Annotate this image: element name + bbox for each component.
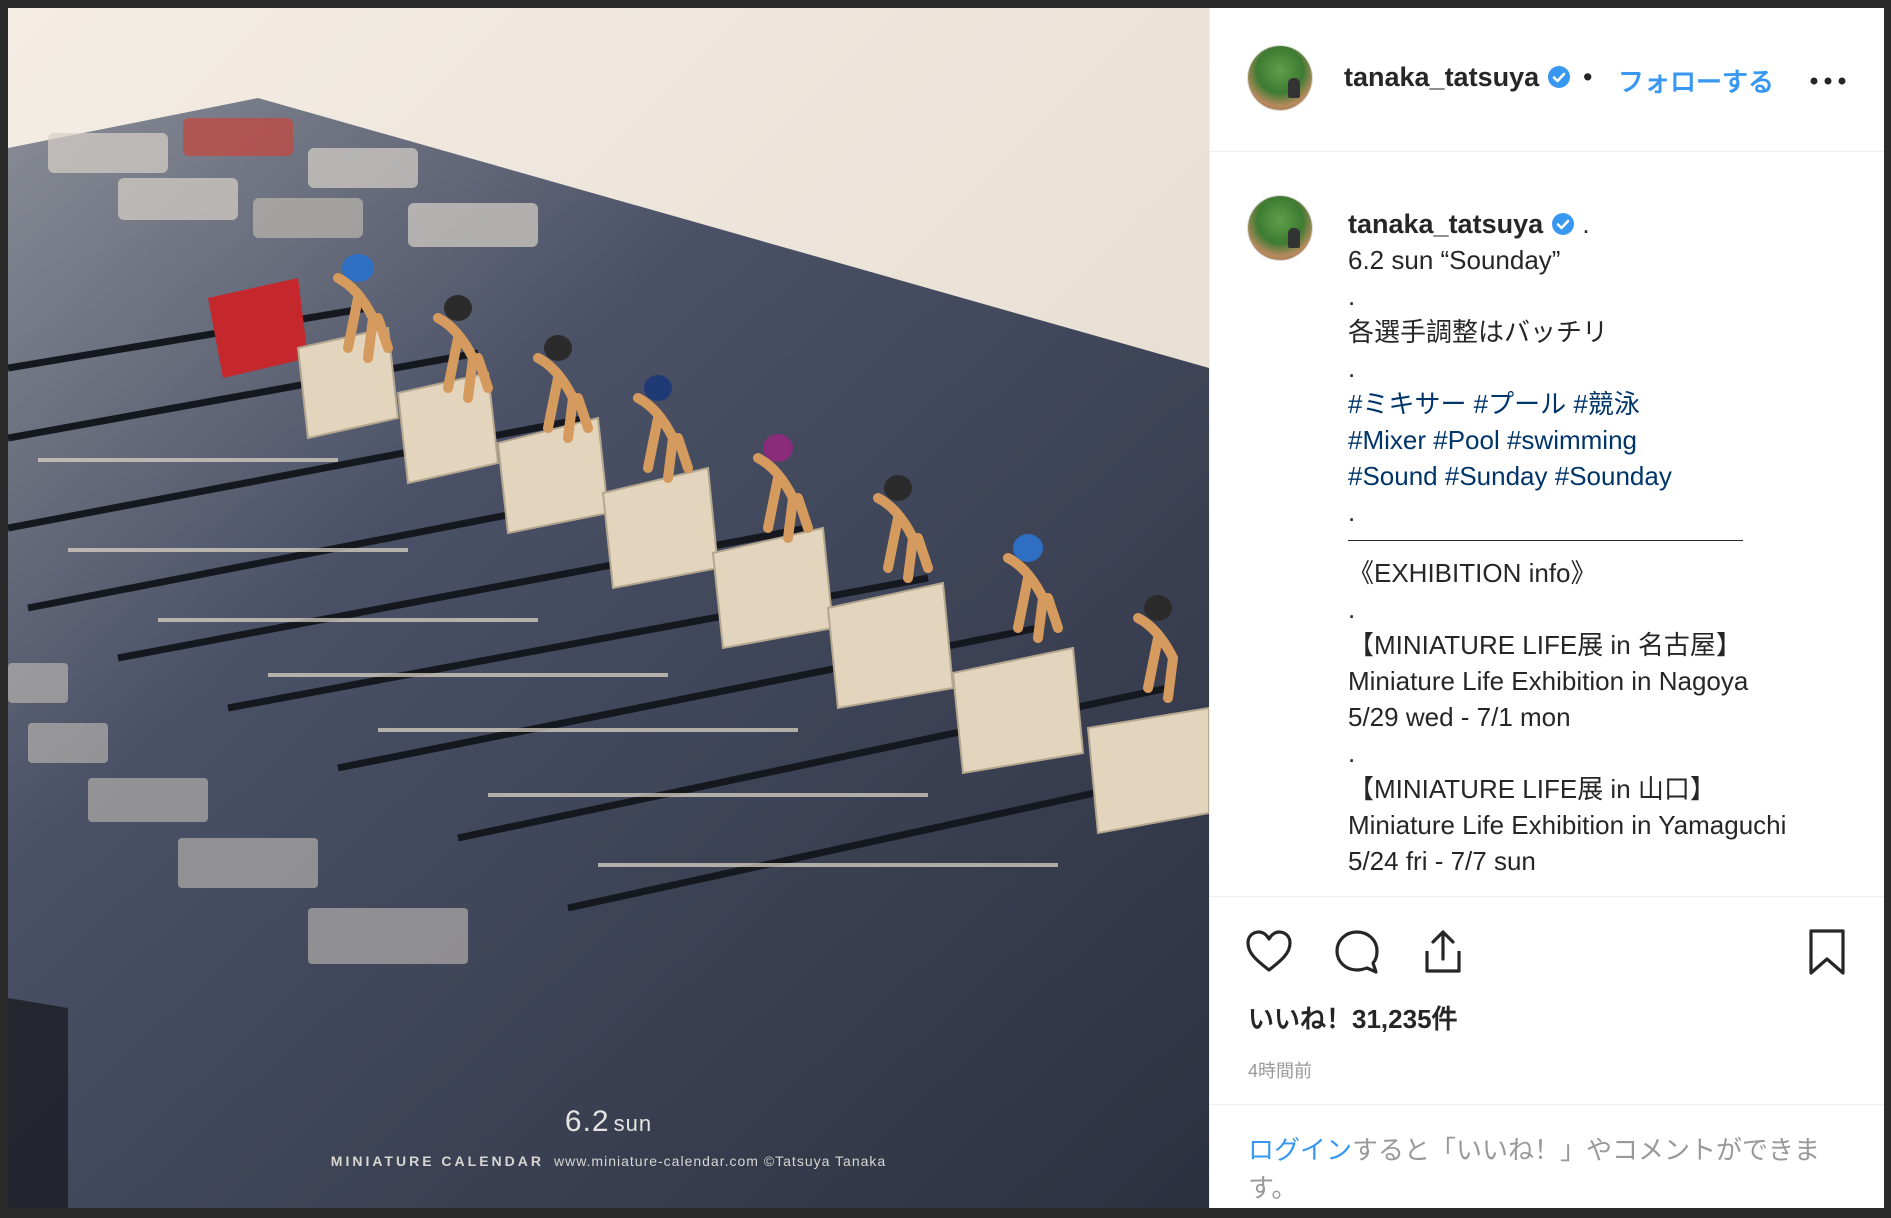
verified-badge-icon xyxy=(1552,213,1575,235)
caption-line: 5/29 wed - 7/1 mon xyxy=(1348,702,1571,732)
verified-badge-icon xyxy=(1548,66,1571,88)
calendar-date: 6.2 sun xyxy=(8,1105,1209,1139)
login-prompt: ログインすると「いいね！」やコメントができます。 xyxy=(1210,1104,1884,1218)
caption-line: . xyxy=(1348,738,1356,768)
post-header: tanaka_tatsuya • フォローする xyxy=(1210,8,1884,152)
caption-line: . xyxy=(1348,353,1356,383)
caption-line: . xyxy=(1348,497,1356,527)
calendar-date-number: 6.2 xyxy=(564,1105,610,1138)
caption-header-line: tanaka_tatsuya . xyxy=(1348,206,1868,242)
bookmark-icon[interactable] xyxy=(1802,927,1852,977)
caption-divider xyxy=(1348,540,1743,541)
caption-line: . xyxy=(1348,594,1356,624)
caption-line: Miniature Life Exhibition in Nagoya xyxy=(1348,666,1749,696)
caption-line: 6.2 sun “Sounday” xyxy=(1348,245,1561,275)
calendar-credit-text: www.miniature-calendar.com ©Tatsuya Tana… xyxy=(553,1153,887,1169)
post-side-panel: tanaka_tatsuya • フォローする tanaka_tatsuya .… xyxy=(1209,8,1884,1208)
calendar-brand: MINIATURE CALENDAR xyxy=(330,1153,544,1169)
caption-username[interactable]: tanaka_tatsuya xyxy=(1348,209,1543,239)
caption-line: . xyxy=(1348,281,1356,311)
share-icon[interactable] xyxy=(1418,927,1468,977)
header-separator: • xyxy=(1583,62,1593,92)
caption-line: 【MINIATURE LIFE展 in 名古屋】 xyxy=(1348,630,1742,660)
more-options-icon[interactable] xyxy=(1808,68,1848,94)
caption-text: tanaka_tatsuya . 6.2 sun “Sounday” . 各選手… xyxy=(1348,206,1868,879)
header-username[interactable]: tanaka_tatsuya xyxy=(1344,62,1571,93)
instagram-post-window: 6.2 sun MINIATURE CALENDAR www.miniature-c… xyxy=(8,8,1884,1208)
hashtag-line[interactable]: #ミキサー #プール #競泳 xyxy=(1348,386,1868,422)
hashtag-line[interactable]: #Mixer #Pool #swimming xyxy=(1348,422,1868,458)
follow-button[interactable]: フォローする xyxy=(1618,62,1774,99)
caption-line: 各選手調整はバッチリ xyxy=(1348,317,1609,347)
post-actions: いいね！31,235件 4時間前 ログインすると「いいね！」やコメントができます… xyxy=(1210,896,1884,1217)
caption-line: Miniature Life Exhibition in Yamaguchi xyxy=(1348,810,1787,840)
post-photo[interactable]: 6.2 sun MINIATURE CALENDAR www.miniature-c… xyxy=(8,8,1209,1208)
likes-count[interactable]: いいね！31,235件 xyxy=(1248,999,1458,1036)
caption-avatar[interactable] xyxy=(1248,196,1312,260)
calendar-date-day: sun xyxy=(613,1111,653,1136)
header-username-text[interactable]: tanaka_tatsuya xyxy=(1344,62,1539,92)
hashtag-line[interactable]: #Sound #Sunday #Sounday xyxy=(1348,458,1868,494)
comment-icon[interactable] xyxy=(1332,927,1382,977)
caption-line: 【MINIATURE LIFE展 in 山口】 xyxy=(1348,774,1716,804)
calendar-credit: MINIATURE CALENDAR www.miniature-calendar… xyxy=(8,1153,1209,1169)
mixer-scene-illustration xyxy=(8,8,1209,1208)
caption-line: . xyxy=(1575,209,1590,239)
login-link[interactable]: ログイン xyxy=(1248,1135,1352,1165)
avatar[interactable] xyxy=(1248,46,1312,110)
post-timestamp[interactable]: 4時間前 xyxy=(1248,1057,1312,1083)
caption-line: 5/24 fri - 7/7 sun xyxy=(1348,846,1536,876)
caption-area[interactable]: tanaka_tatsuya . 6.2 sun “Sounday” . 各選手… xyxy=(1210,152,1884,895)
like-heart-icon[interactable] xyxy=(1244,927,1294,977)
caption-line: 《EXHIBITION info》 xyxy=(1348,558,1597,588)
login-text: ログインすると「いいね！」やコメントができます。 xyxy=(1248,1131,1838,1207)
